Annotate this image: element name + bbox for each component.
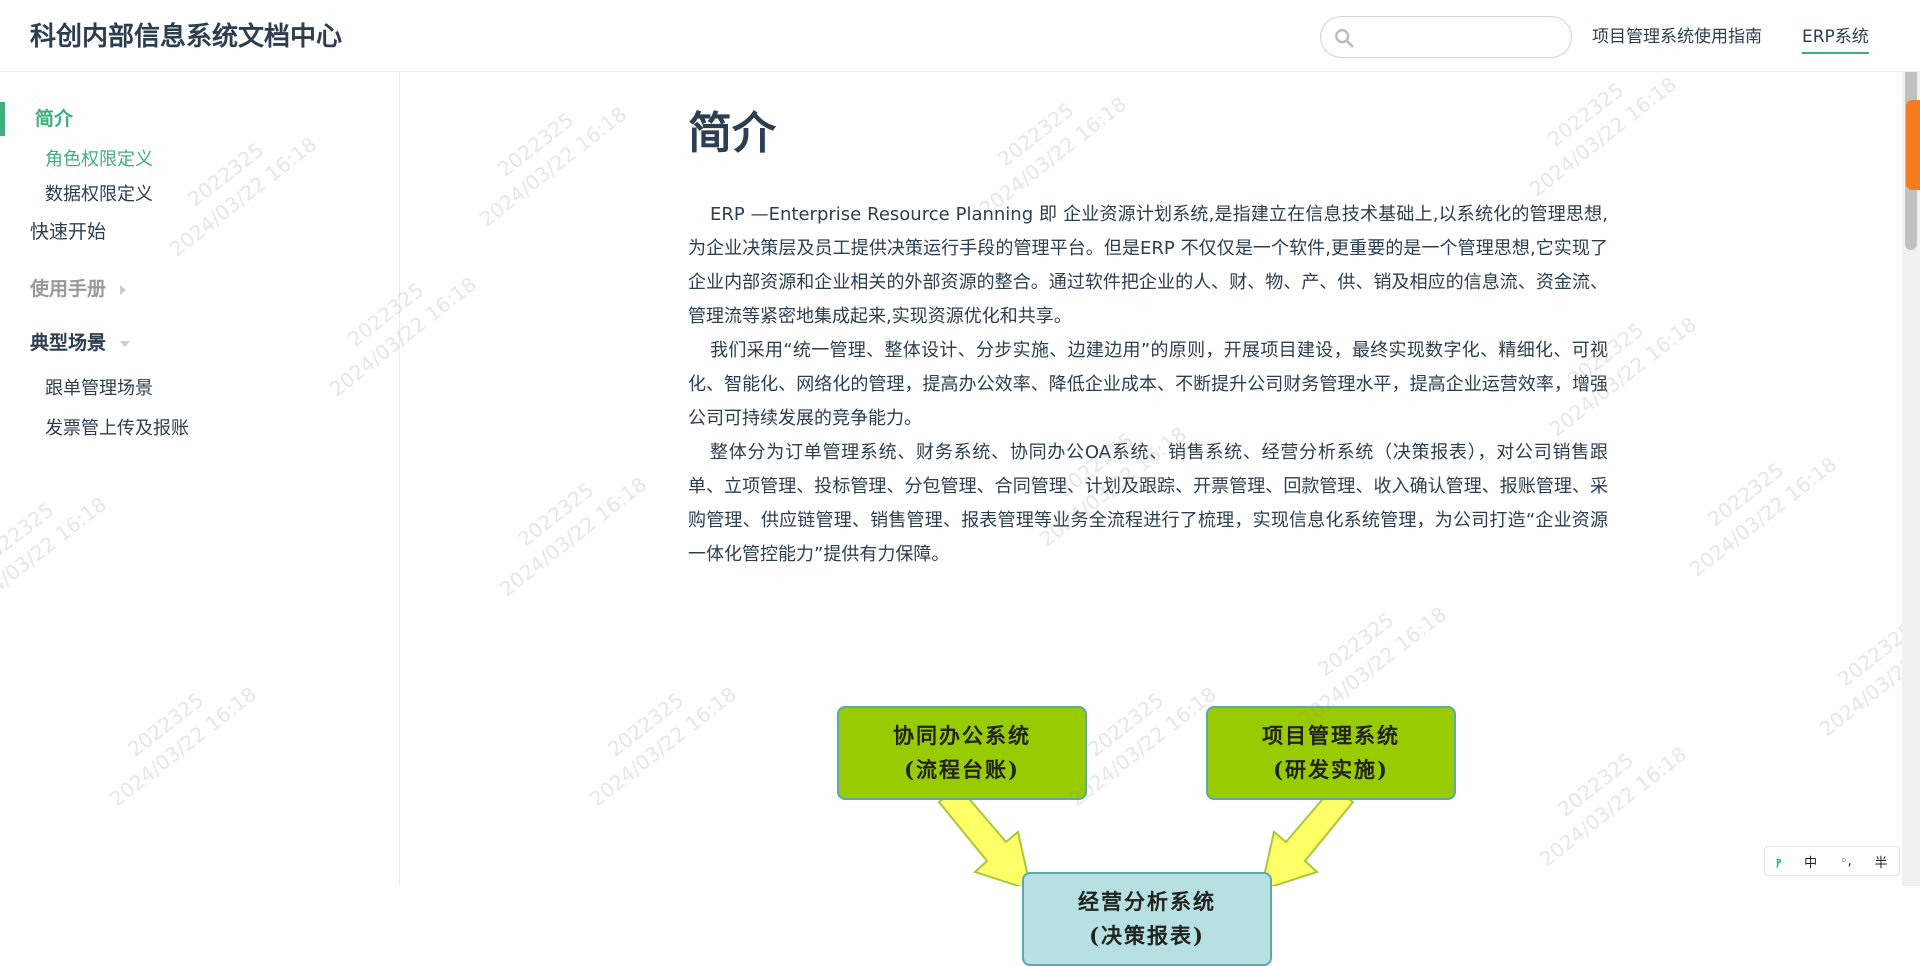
diagram-box-business-analysis: 经营分析系统 (决策报表)	[1022, 872, 1272, 966]
intro-text: ERP —Enterprise Resource Planning 即 企业资源…	[688, 198, 1608, 572]
search-input[interactable]	[1365, 23, 1560, 51]
ime-toolbar[interactable]: ⲣ 中 ◦, 半	[1764, 846, 1900, 876]
sidebar-group-label: 典型场景	[30, 332, 107, 354]
watermark-id: 2022325	[493, 108, 578, 182]
search-box[interactable]	[1320, 16, 1572, 58]
sidebar-item-quick-start[interactable]: 快速开始	[30, 217, 106, 247]
sidebar-item-intro[interactable]: 简介	[0, 102, 200, 136]
main-content: 简介 ERP —Enterprise Resource Planning 即 企…	[688, 72, 1608, 966]
page-title: 简介	[688, 108, 776, 159]
top-navbar: 科创内部信息系统文档中心 项目管理系统使用指南 ERP系统	[0, 0, 1920, 72]
sidebar-group-scenarios[interactable]: 典型场景	[30, 328, 131, 358]
diagram-arrows	[937, 785, 1355, 886]
ime-mode-toggle[interactable]: 中	[1804, 852, 1817, 871]
watermark-datetime: 2024/03/22 16:18	[495, 472, 651, 601]
watermark-stamp: 20223252024/03/22 16:18	[475, 102, 631, 231]
paragraph: 整体分为订单管理系统、财务系统、协同办公OA系统、销售系统、经营分析系统（决策报…	[688, 442, 1608, 565]
nav-link-project-guide[interactable]: 项目管理系统使用指南	[1592, 24, 1762, 50]
ime-logo-icon[interactable]: ⲣ	[1776, 854, 1781, 869]
ime-width-toggle[interactable]: 半	[1875, 852, 1888, 871]
chevron-right-icon	[120, 284, 127, 295]
watermark-datetime: 2024/03/22 16:18	[1685, 452, 1841, 581]
sidebar-subitem-role-permission[interactable]: 角色权限定义	[45, 146, 153, 174]
sidebar-group-manual[interactable]: 使用手册	[30, 274, 127, 304]
nav-link-erp[interactable]: ERP系统	[1802, 24, 1869, 54]
sidebar: 简介 角色权限定义 数据权限定义 快速开始 使用手册 典型场景 跟单管理场景 发…	[0, 72, 400, 886]
diagram-box-subtitle: (流程台账)	[904, 757, 1020, 782]
diagram-box-title: 经营分析系统	[1078, 889, 1216, 914]
diagram-box-pm: 项目管理系统 (研发实施)	[1206, 706, 1456, 800]
watermark-stamp: 20223252024/03/22 16:18	[495, 472, 651, 601]
sidebar-subitem-order-tracking[interactable]: 跟单管理场景	[45, 375, 153, 403]
watermark-datetime: 2024/03/22 16:18	[475, 102, 631, 231]
diagram-box-subtitle: (决策报表)	[1089, 923, 1205, 948]
chevron-down-icon	[120, 340, 131, 347]
watermark-id: 2022325	[603, 688, 688, 762]
sidebar-subitem-data-permission[interactable]: 数据权限定义	[45, 181, 153, 209]
floating-side-tab[interactable]	[1906, 100, 1920, 190]
arrow-pm-to-analysis	[1260, 785, 1355, 886]
diagram-box-title: 项目管理系统	[1262, 723, 1400, 748]
erp-architecture-diagram: 协同办公系统 (流程台账) 项目管理系统 (研发实施) 经营分析系统 (决策报表…	[688, 632, 1608, 966]
paragraph: 我们采用“统一管理、整体设计、分步实施、边建边用”的原则，开展项目建设，最终实现…	[688, 340, 1608, 429]
ime-punct-toggle[interactable]: ◦,	[1840, 854, 1852, 869]
watermark-id: 2022325	[513, 478, 598, 552]
diagram-box-title: 协同办公系统	[893, 723, 1031, 748]
sidebar-subitem-invoice-upload[interactable]: 发票管上传及报账	[45, 415, 189, 443]
watermark-id: 2022325	[1703, 458, 1788, 532]
search-icon	[1335, 29, 1354, 48]
watermark-stamp: 20223252024/03/22 16:18	[1685, 452, 1841, 581]
arrow-oa-to-analysis	[937, 785, 1032, 886]
site-title[interactable]: 科创内部信息系统文档中心	[30, 20, 342, 54]
sidebar-group-label: 使用手册	[30, 278, 107, 300]
paragraph: ERP —Enterprise Resource Planning 即 企业资源…	[688, 204, 1608, 327]
diagram-box-oa: 协同办公系统 (流程台账)	[837, 706, 1087, 800]
diagram-box-subtitle: (研发实施)	[1273, 757, 1389, 782]
